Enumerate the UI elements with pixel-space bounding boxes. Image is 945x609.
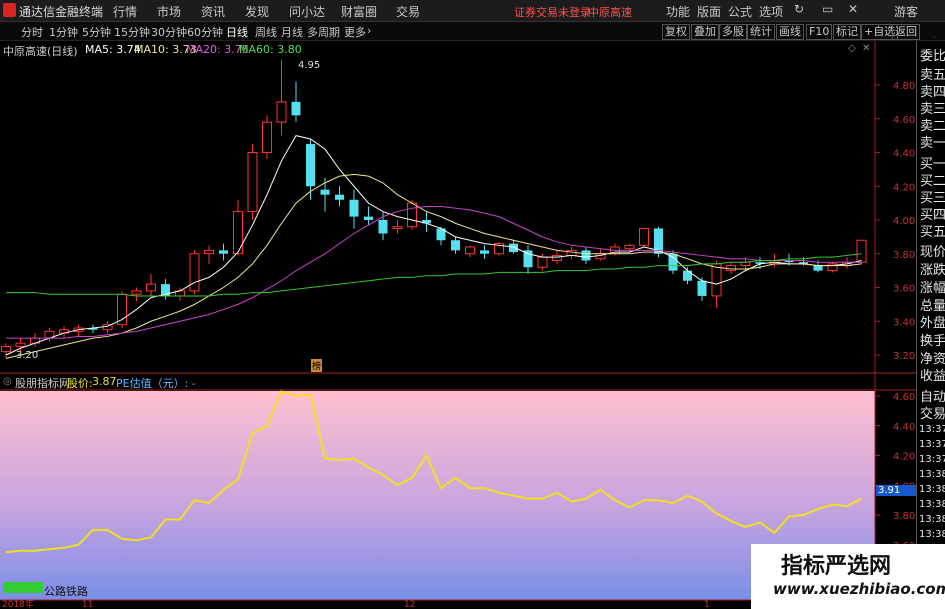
sub-y-tick-label: 3.80 [893,511,915,522]
candle-down [378,220,388,234]
candle-up [1,346,11,353]
qp-jiaoyi[interactable]: 交易 [920,403,945,422]
y-tick-label: 3.60 [893,284,915,295]
candle-down [451,240,460,251]
candle-up [711,263,722,297]
x-axis-label: 12 [404,600,415,609]
candle-down [320,189,330,195]
candle-up [146,283,156,292]
candle-down [219,250,228,254]
candle-down [581,250,591,261]
qp-zhangfu: 涨幅 [920,281,945,296]
ma60-label: MA60: 3.80 [239,43,302,56]
candle-down [668,253,678,271]
candle-up [204,249,214,255]
sector-color-bar [3,582,43,593]
sub-price-label: 股价: [67,377,93,390]
qp-time: 13:37 [919,454,945,465]
qp-time: 13:37 [919,439,945,450]
sub-current-value: 3.91 [876,485,916,496]
candle-up [233,211,243,255]
y-tick-label: 4.20 [893,182,915,193]
x-axis-label: 1 [704,600,710,609]
candle-down [335,194,344,200]
y-tick-label: 4.80 [893,81,915,92]
candle-up [624,244,635,250]
x-axis-label: 11 [82,600,93,609]
candle-up [392,226,403,229]
candle-up [552,254,562,261]
sub-price-value: 3.87 [92,375,117,388]
qp-mai1: 卖一 [920,136,945,151]
qp-xianjia: 现价 [920,245,945,260]
x-axis-label: 2018年 [2,598,34,609]
qp-weibi: 委比 [920,49,945,64]
kline-chart[interactable]: 4.80 4.60 4.40 4.20 4.00 3.80 3.60 3.40 3.20 4.60… [0,0,916,609]
candle-up [639,227,649,246]
qp-time: 13:38 [919,514,945,525]
qp-waipan: 外盘 [920,316,945,331]
qp-time: 13:38 [919,499,945,510]
sub-chart-background [0,391,875,600]
candle-down [480,250,489,254]
candle-down [509,243,518,253]
quote-panel-mini: · [933,33,936,42]
ma-line-ma5 [5,135,862,356]
qp-time: 13:38 [919,529,945,540]
candle-up [740,261,751,267]
candle-up [856,239,867,263]
qp-shouyi: 收益 [920,369,945,384]
qp-time: 13:38 [919,484,945,495]
candle-down [306,144,315,187]
chart-settings-icon[interactable]: ◇ [848,43,856,54]
y-tick-label: 4.40 [893,149,915,160]
candle-up [189,253,200,292]
y-tick-label: 4.60 [893,115,915,126]
candle-down [523,250,533,268]
low-price-label: 3.20 [16,350,39,361]
high-price-label: 4.95 [298,60,321,71]
candle-up [407,202,417,228]
candle-up [276,101,287,123]
y-tick-label: 3.40 [893,317,915,328]
candle-up [465,246,475,255]
candle-down [697,280,707,296]
candle-up [262,121,272,153]
sub-y-tick-label: 4.60 [893,392,915,403]
qp-huanshou: 换手 [920,334,945,349]
qp-time: 13:38 [919,469,945,480]
qp-time: 13:37 [919,424,945,435]
candle-down [683,270,692,281]
chart-close-icon[interactable]: ✕ [862,43,870,54]
y-tick-label: 3.80 [893,250,915,261]
candle-up [131,290,142,295]
pe-label: PE估值（元）: - [116,377,196,390]
stock-chart-label: 中原高速(日线) [3,45,78,58]
rank-badge[interactable]: 榜 [311,359,323,372]
candle-down [364,216,373,220]
candle-up [15,342,26,348]
watermark-banner: 指标严选网 www.xuezhibiao.com [751,544,945,609]
quote-panel: · 委比 卖五 卖四 卖三 卖二 卖一 买一 买二 买三 买四 买五 现价 涨跌… [916,33,945,609]
candle-down [813,265,823,271]
y-tick-label: 4.00 [893,216,915,227]
y-tick-label: 3.20 [893,351,915,362]
ma-line-ma60 [6,253,862,297]
sub-y-tick-label: 4.20 [893,452,915,463]
watermark-url: www.xuezhibiao.com [773,580,945,598]
candle-up [537,256,548,268]
candle-down [349,199,359,217]
qp-buy5: 买五 [920,225,945,240]
sub-y-tick-label: 4.40 [893,422,915,433]
ma5-label: MA5: 3.74 [85,43,141,56]
candle-down [291,101,301,116]
qp-zhangdie: 涨跌 [920,263,945,278]
watermark-title: 指标严选网 [781,554,892,579]
candle-up [247,152,258,213]
sub-chart-dot-icon: ◎ [3,376,12,387]
sub-chart-title: 股朋指标网 [15,377,70,390]
sector-label: 公路铁路 [44,585,88,598]
